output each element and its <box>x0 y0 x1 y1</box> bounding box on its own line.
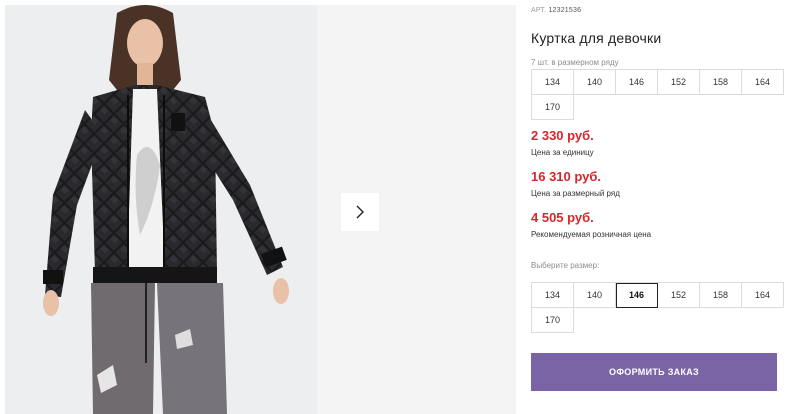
place-order-button[interactable]: ОФОРМИТЬ ЗАКАЗ <box>531 353 777 391</box>
size-row-note: 7 шт. в размерном ряду <box>531 58 619 67</box>
size-row-price: 16 310 руб. <box>531 169 602 184</box>
retail-price-label: Рекомендуемая розничная цена <box>531 230 652 239</box>
choose-size-label: Выберите размер: <box>531 261 600 270</box>
article-value: 12321536 <box>548 7 582 14</box>
size-option-164[interactable]: 164 <box>742 283 784 308</box>
size-row-price-label: Цена за размерный ряд <box>531 189 620 198</box>
unit-price-label: Цена за единицу <box>531 148 594 157</box>
size-row-cell: 170 <box>532 95 574 120</box>
chevron-right-icon <box>356 205 364 219</box>
unit-price: 2 330 руб. <box>531 128 594 143</box>
retail-price: 4 505 руб. <box>531 210 594 225</box>
product-gallery <box>5 5 516 414</box>
article-label: АРТ. <box>531 7 547 14</box>
size-row-cell: 158 <box>700 70 742 95</box>
size-row-cell: 146 <box>616 70 658 95</box>
size-row-cell: 152 <box>658 70 700 95</box>
size-selector: 134 140 146 152 158 164 170 <box>531 282 784 333</box>
size-row-cell: 164 <box>742 70 784 95</box>
size-option-140[interactable]: 140 <box>574 283 616 308</box>
size-row-cell: 140 <box>574 70 616 95</box>
size-option-146[interactable]: 146 <box>616 283 658 308</box>
size-option-134[interactable]: 134 <box>532 283 574 308</box>
product-title: Куртка для девочки <box>531 30 662 46</box>
size-option-170[interactable]: 170 <box>532 308 574 333</box>
size-option-152[interactable]: 152 <box>658 283 700 308</box>
size-row-cell: 134 <box>532 70 574 95</box>
product-photo <box>5 5 317 414</box>
size-option-158[interactable]: 158 <box>700 283 742 308</box>
size-row-table: 134 140 146 152 158 164 170 <box>531 69 784 120</box>
article-number: АРТ. 12321536 <box>531 7 581 14</box>
next-image-button[interactable] <box>341 193 379 231</box>
